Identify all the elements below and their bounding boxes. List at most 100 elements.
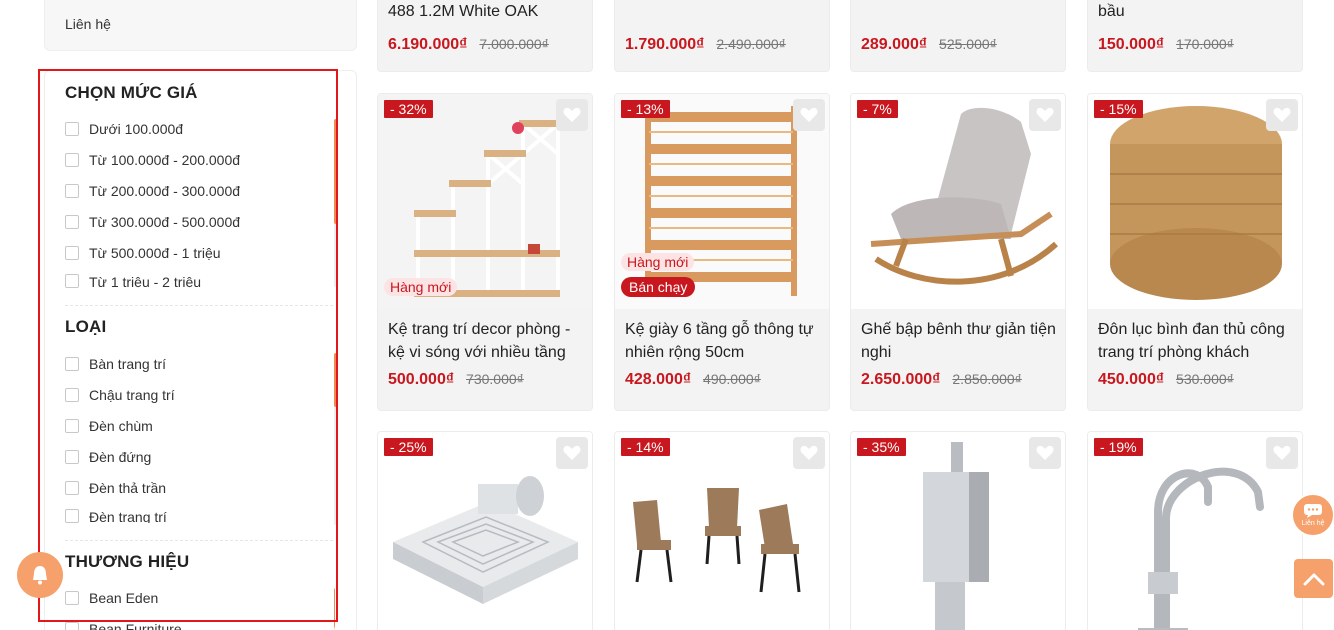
- product-price: 450.000₫: [1098, 371, 1165, 388]
- product-image[interactable]: - 15%: [1088, 94, 1302, 309]
- price-filter-scrollbar[interactable]: [334, 119, 338, 287]
- product-card[interactable]: - 35%: [850, 431, 1066, 630]
- price-option[interactable]: Dưới 100.000đ: [65, 119, 183, 139]
- product-card[interactable]: bầu 150.000₫ 170.000₫: [1087, 0, 1303, 72]
- heart-icon[interactable]: [556, 99, 588, 131]
- contact-float-button[interactable]: Liên hệ: [1291, 493, 1334, 537]
- product-image[interactable]: - 19%: [1088, 432, 1302, 630]
- scroll-thumb[interactable]: [334, 353, 338, 407]
- product-old-price: 730.000₫: [466, 371, 524, 387]
- product-image[interactable]: - 14%: [615, 432, 829, 630]
- product-card[interactable]: 1.790.000₫ 2.490.000₫: [614, 0, 830, 72]
- brand-filter-scrollbar[interactable]: [334, 588, 335, 630]
- option-label: Chậu trang trí: [89, 387, 175, 403]
- price-option[interactable]: Từ 200.000đ - 300.000đ: [65, 181, 240, 201]
- bell-icon[interactable]: [17, 552, 63, 598]
- type-filter-scrollbar[interactable]: [334, 353, 338, 525]
- product-prices: 1.790.000₫ 2.490.000₫: [625, 36, 786, 54]
- product-name[interactable]: Kệ giày 6 tầng gỗ thông tự nhiên rộng 50…: [625, 318, 825, 364]
- checkbox[interactable]: [65, 357, 79, 371]
- heart-icon[interactable]: [1029, 437, 1061, 469]
- option-label: Bean Eden: [89, 590, 159, 606]
- product-card[interactable]: - 15% Đôn lục bình đan thủ công trang tr…: [1087, 93, 1303, 411]
- product-prices: 2.650.000₫ 2.850.000₫: [861, 371, 1022, 389]
- new-badge: Hàng mới: [621, 253, 695, 271]
- product-card[interactable]: - 32% Hàng mới Kệ trang trí decor phòng …: [377, 93, 593, 411]
- product-image[interactable]: - 32% Hàng mới: [378, 94, 592, 309]
- product-card[interactable]: - 13% Hàng mới Bán chạy Kệ giày 6 tầng g…: [614, 93, 830, 411]
- contact-float-label: Liên hệ: [1301, 520, 1325, 527]
- type-option[interactable]: Chậu trang trí: [65, 385, 175, 405]
- product-image[interactable]: - 25%: [378, 432, 592, 630]
- checkbox[interactable]: [65, 509, 79, 523]
- product-old-price: 170.000₫: [1176, 36, 1234, 52]
- product-image[interactable]: - 35%: [851, 432, 1065, 630]
- price-option[interactable]: Từ 500.000đ - 1 triệu: [65, 243, 221, 263]
- product-name[interactable]: Đôn lục bình đan thủ công trang trí phòn…: [1098, 318, 1298, 364]
- heart-icon[interactable]: [793, 437, 825, 469]
- option-label: Từ 1 triệu - 2 triệu: [89, 274, 202, 288]
- type-option[interactable]: Đèn thả trần: [65, 478, 166, 498]
- heart-icon[interactable]: [793, 99, 825, 131]
- checkbox[interactable]: [65, 419, 79, 433]
- heart-icon[interactable]: [1029, 99, 1061, 131]
- product-card[interactable]: - 19%: [1087, 431, 1303, 630]
- product-image[interactable]: - 7%: [851, 94, 1065, 309]
- product-price: 428.000₫: [625, 371, 692, 388]
- discount-badge: - 35%: [857, 438, 906, 456]
- brand-option[interactable]: Bean Furniture: [65, 619, 182, 630]
- checkbox[interactable]: [65, 122, 79, 136]
- product-price: 289.000₫: [861, 36, 928, 53]
- back-to-top-button[interactable]: [1294, 559, 1333, 598]
- type-option[interactable]: Đèn trang trí: [65, 509, 167, 523]
- product-name[interactable]: bầu: [1098, 3, 1125, 21]
- sidebar-contact-label: Liên hệ: [65, 16, 111, 32]
- heart-icon[interactable]: [1266, 437, 1298, 469]
- product-card[interactable]: 289.000₫ 525.000₫: [850, 0, 1066, 72]
- sidebar-contact-item[interactable]: Liên hệ: [44, 0, 357, 51]
- product-card[interactable]: - 25%: [377, 431, 593, 630]
- product-card[interactable]: - 14%: [614, 431, 830, 630]
- discount-badge: - 14%: [621, 438, 670, 456]
- scroll-thumb[interactable]: [334, 119, 338, 224]
- option-label: Từ 300.000đ - 500.000đ: [89, 214, 241, 230]
- product-prices: 500.000₫ 730.000₫: [388, 371, 524, 389]
- discount-badge: - 32%: [384, 100, 433, 118]
- bestseller-badge: Bán chạy: [621, 277, 696, 297]
- product-old-price: 530.000₫: [1176, 371, 1234, 387]
- new-badge: Hàng mới: [384, 278, 458, 296]
- product-image[interactable]: - 13% Hàng mới Bán chạy: [615, 94, 829, 309]
- heart-icon[interactable]: [556, 437, 588, 469]
- price-option[interactable]: Từ 100.000đ - 200.000đ: [65, 150, 240, 170]
- product-prices: 289.000₫ 525.000₫: [861, 36, 997, 54]
- scroll-thumb[interactable]: [334, 588, 335, 628]
- product-card[interactable]: - 7% Ghế bập bênh thư giản tiện nghi 2.6…: [850, 93, 1066, 411]
- heart-icon[interactable]: [1266, 99, 1298, 131]
- price-option[interactable]: Từ 300.000đ - 500.000đ: [65, 212, 240, 232]
- checkbox[interactable]: [65, 591, 79, 605]
- price-option[interactable]: Từ 1 triệu - 2 triệu: [65, 274, 201, 288]
- checkbox[interactable]: [65, 153, 79, 167]
- checkbox[interactable]: [65, 246, 79, 260]
- checkbox[interactable]: [65, 274, 79, 288]
- type-option[interactable]: Đèn chùm: [65, 416, 153, 436]
- brand-option[interactable]: Bean Eden: [65, 588, 158, 608]
- type-option[interactable]: Đèn đứng: [65, 447, 151, 467]
- price-filter-title: CHỌN MỨC GIÁ: [65, 83, 198, 102]
- product-name[interactable]: 488 1.2M White OAK: [388, 3, 538, 21]
- checkbox[interactable]: [65, 215, 79, 229]
- checkbox[interactable]: [65, 622, 79, 630]
- product-price: 150.000₫: [1098, 36, 1165, 53]
- checkbox[interactable]: [65, 388, 79, 402]
- option-label: Đèn trang trí: [89, 509, 167, 523]
- brand-filter-title: THƯƠNG HIỆU: [65, 552, 190, 571]
- type-option[interactable]: Bàn trang trí: [65, 354, 166, 374]
- checkbox[interactable]: [65, 184, 79, 198]
- checkbox[interactable]: [65, 450, 79, 464]
- product-name[interactable]: Kệ trang trí decor phòng - kệ vi sóng vớ…: [388, 318, 588, 364]
- product-name[interactable]: Ghế bập bênh thư giản tiện nghi: [861, 318, 1061, 364]
- checkbox[interactable]: [65, 481, 79, 495]
- option-label: Dưới 100.000đ: [89, 121, 184, 137]
- product-card[interactable]: 488 1.2M White OAK 6.190.000₫ 7.000.000₫: [377, 0, 593, 72]
- product-prices: 150.000₫ 170.000₫: [1098, 36, 1234, 54]
